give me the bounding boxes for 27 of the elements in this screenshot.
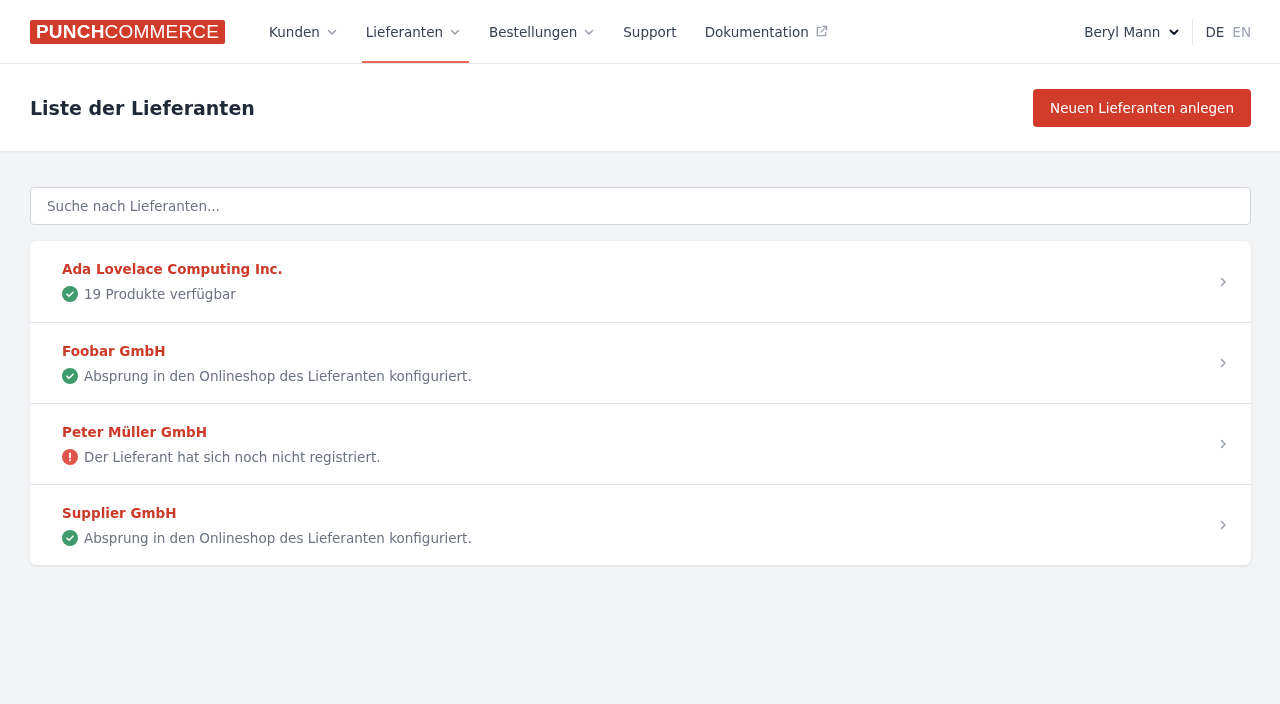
nav-link[interactable]: Bestellungen xyxy=(485,0,604,63)
supplier-name: Supplier GmbH xyxy=(62,504,178,521)
supplier-status-text: 19 Produkte verfügbar xyxy=(84,286,236,302)
nav-link[interactable]: Kunden xyxy=(265,0,346,63)
external-link-icon xyxy=(814,25,828,38)
nav-link[interactable]: Dokumentation xyxy=(700,0,836,63)
supplier-name: Foobar GmbH xyxy=(62,342,167,359)
check-circle-icon xyxy=(62,286,78,302)
check-circle-icon xyxy=(62,529,78,546)
user-menu[interactable]: Beryl Mann xyxy=(1084,23,1193,40)
check-circle-icon xyxy=(62,367,78,384)
language-option[interactable]: DE xyxy=(1193,23,1225,40)
search-field[interactable]: Suche nach Lieferanten... xyxy=(30,187,1251,225)
page-title: Liste der Lieferanten xyxy=(30,96,255,119)
supplier-status-text: Absprung in den Onlineshop des Lieferanten konfiguriert. xyxy=(84,529,472,546)
supplier-row[interactable]: Ada Lovelace Computing Inc. 19 Produkte verfügbar xyxy=(30,241,1251,322)
supplier-row[interactable]: Peter Müller GmbH Der Lieferant hat sich noch nicht registriert. xyxy=(30,403,1251,484)
supplier-status-text: Der Lieferant hat sich noch nicht registriert. xyxy=(84,448,381,465)
supplier-name: Peter Müller GmbH xyxy=(62,423,208,440)
supplier-row[interactable]: Foobar GmbH Absprung in den Onlineshop des Lieferanten konfiguriert. xyxy=(30,322,1251,403)
nav-link[interactable]: Support xyxy=(619,0,685,63)
supplier-row[interactable]: Supplier GmbH Absprung in den Onlineshop des Lieferanten konfiguriert. xyxy=(30,484,1251,565)
supplier-name: Ada Lovelace Computing Inc. xyxy=(62,261,284,277)
supplier-status-text: Absprung in den Onlineshop des Lieferanten konfiguriert. xyxy=(84,367,472,384)
brand-logo[interactable]: PUNCHCOMMERCE xyxy=(30,19,226,44)
warning-circle-icon xyxy=(62,448,78,465)
create-supplier-button[interactable]: Neuen Lieferanten anlegen xyxy=(1033,88,1251,127)
